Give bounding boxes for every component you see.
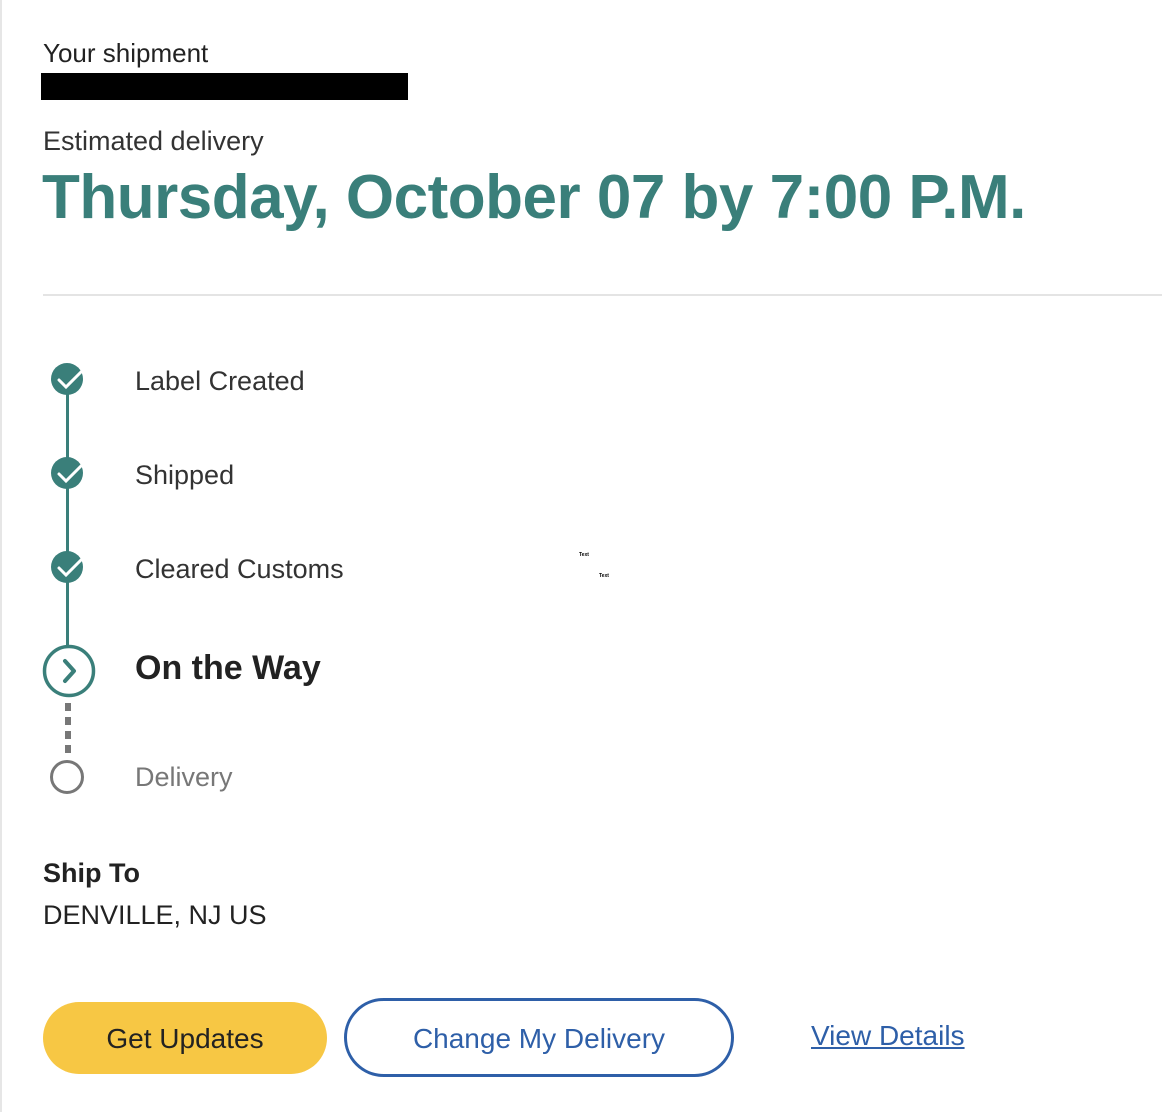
milestone-label-delivery: Delivery — [135, 762, 233, 792]
check-circle-icon — [50, 456, 86, 497]
divider — [43, 294, 1162, 296]
milestone-label-created: Label Created — [135, 366, 305, 396]
check-circle-icon — [50, 550, 86, 591]
milestone-label-on-the-way: On the Way — [135, 649, 321, 687]
ship-to-heading: Ship To — [43, 858, 140, 888]
empty-circle-icon — [48, 758, 86, 801]
milestone-label-cleared-customs: Cleared Customs — [135, 554, 344, 584]
ship-to-address: DENVILLE, NJ US — [43, 900, 267, 930]
check-circle-icon — [50, 362, 86, 403]
shipment-heading: Your shipment — [43, 38, 209, 68]
get-updates-button[interactable]: Get Updates — [43, 1002, 327, 1074]
shipment-card: Your shipment Estimated delivery Thursda… — [0, 0, 1162, 1112]
stray-text: Text — [599, 573, 609, 579]
estimated-delivery-date: Thursday, October 07 by 7:00 P.M. — [42, 163, 1026, 232]
redacted-tracking-number — [41, 73, 408, 100]
stray-text: Text — [579, 552, 589, 558]
change-delivery-button[interactable]: Change My Delivery — [344, 998, 734, 1077]
estimated-delivery-label: Estimated delivery — [43, 126, 264, 156]
view-details-link[interactable]: View Details — [811, 1020, 965, 1052]
timeline-connector-pending — [65, 703, 71, 758]
milestone-label-shipped: Shipped — [135, 460, 235, 490]
chevron-right-circle-icon — [42, 644, 96, 703]
